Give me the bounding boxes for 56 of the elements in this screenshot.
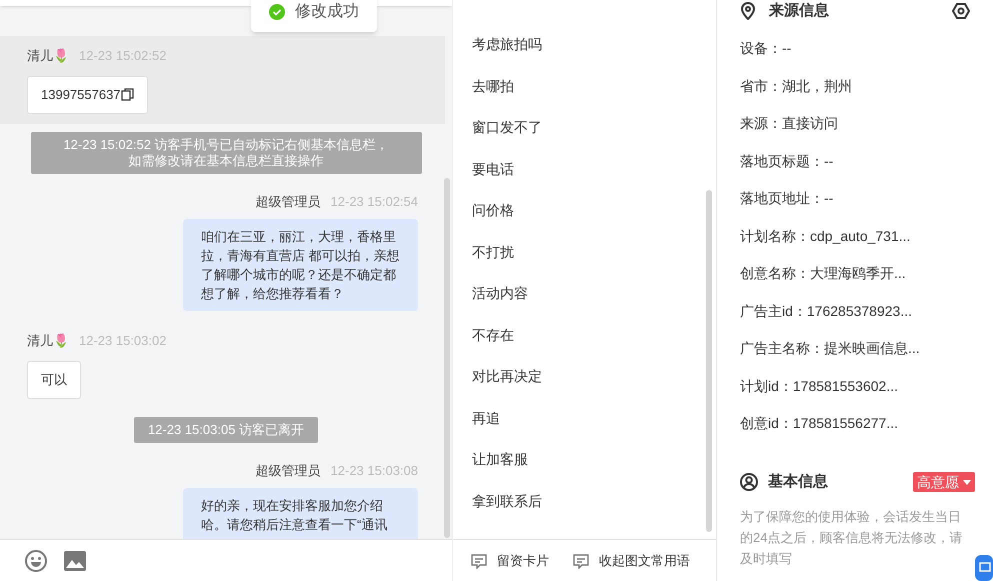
system-message-line: 12-23 15:03:05 访客已离开 — [148, 422, 304, 438]
quick-reply-item[interactable]: 去哪拍 — [472, 66, 697, 107]
success-check-icon — [269, 4, 285, 20]
quick-reply-item[interactable]: 再追 — [472, 398, 697, 439]
location-pin-icon — [740, 2, 756, 20]
info-field: 来源：直接访问 — [740, 113, 970, 133]
footer-button[interactable]: 收起图文常用语 — [573, 550, 690, 570]
intent-dropdown[interactable]: 高意愿 — [913, 472, 975, 492]
toast: 修改成功 — [251, 0, 377, 32]
system-message-line: 12-23 15:02:52 访客手机号已自动标记右侧基本信息栏， — [63, 136, 389, 152]
quick-reply-item[interactable]: 让加客服 — [472, 439, 697, 480]
sender-name: 超级管理员 — [256, 462, 321, 480]
settings-icon[interactable] — [952, 3, 970, 19]
sender-name: 清儿🌷 — [27, 332, 69, 350]
message-bubble: 可以 — [27, 360, 81, 398]
user-circle-icon — [740, 473, 758, 492]
info-field: 计划id：178581553602... — [740, 376, 970, 396]
info-field: 落地页标题：-- — [740, 150, 970, 170]
quick-reply-item[interactable]: 窗口发不了 — [472, 107, 697, 148]
image-icon[interactable] — [64, 550, 86, 570]
message-time: 12-23 15:03:02 — [79, 332, 166, 350]
chat-bubble-icon — [471, 552, 487, 568]
floating-chat-button[interactable] — [975, 555, 993, 581]
quick-reply-item[interactable]: 不打扰 — [472, 232, 697, 273]
info-field: 设备：-- — [740, 38, 970, 58]
chat-icon — [979, 562, 991, 574]
sender-name: 超级管理员 — [256, 192, 321, 210]
message-time: 12-23 15:03:08 — [330, 462, 418, 480]
info-field: 落地页地址：-- — [740, 188, 970, 208]
info-field: 创意id：178581556277... — [740, 413, 970, 433]
system-message-line: 如需修改请在基本信息栏直接操作 — [128, 152, 324, 168]
message-bubble: 咱们在三亚，丽江，大理，香格里拉，青海有直营店 都可以拍，亲想了解哪个城市的呢？还是不确定都想了解，给您推荐看看？ — [183, 219, 418, 311]
message-time: 12-23 15:02:54 — [330, 192, 418, 210]
message-bubble: 好的亲，现在安排客服加您介绍哈。请您稍后注意查看一下“通讯 — [183, 488, 418, 539]
quick-reply-item[interactable]: 不存在 — [472, 314, 697, 356]
quick-reply-item[interactable]: 活动内容 — [472, 273, 697, 314]
info-field: 省市：湖北，荆州 — [740, 76, 970, 96]
quick-reply-item[interactable]: 问价格 — [472, 190, 697, 232]
caret-icon — [963, 480, 971, 485]
quick-reply-item[interactable]: 对比再决定 — [472, 356, 697, 398]
footer-button[interactable]: 留资卡片 — [471, 550, 549, 570]
quick-reply-item[interactable]: 拿到联系后 — [472, 480, 697, 522]
quick-reply-item[interactable]: 要电话 — [472, 148, 697, 190]
notice-text: 为了保障您的使用体验，会话发生当日的24点之后，顾客信息将无法修改，请及时填写 — [740, 508, 964, 568]
copy-icon[interactable] — [120, 88, 134, 101]
emoji-icon[interactable] — [24, 548, 48, 572]
section-title: 来源信息 — [769, 0, 829, 21]
info-field: 创意名称：大理海鸥季开... — [740, 263, 970, 283]
info-field: 广告主名称：提米映画信息... — [740, 338, 970, 358]
message-bubble: 13997557637 — [27, 76, 148, 114]
sender-name: 清儿🌷 — [27, 47, 69, 65]
section-title: 基本信息 — [768, 472, 828, 492]
info-field: 计划名称：cdp_auto_731... — [740, 226, 970, 246]
chat-bubble-icon — [573, 552, 589, 568]
quick-reply-item[interactable]: 考虑旅拍吗 — [472, 24, 697, 66]
info-field: 广告主id：176285378923... — [740, 300, 970, 320]
